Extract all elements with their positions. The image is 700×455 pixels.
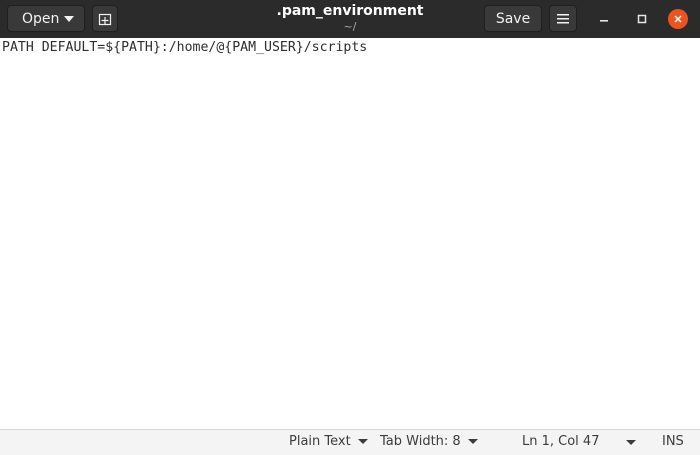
text-editor-area[interactable]: PATH DEFAULT=${PATH}:/home/@{PAM_USER}/s… <box>0 38 700 429</box>
open-button-label: Open <box>22 10 60 27</box>
menu-button[interactable] <box>549 5 577 32</box>
save-button[interactable]: Save <box>484 5 542 32</box>
cursor-position-dropdown[interactable] <box>626 440 636 445</box>
cursor-position[interactable]: Ln 1, Col 47 <box>522 434 599 449</box>
minimize-button[interactable] <box>592 7 616 31</box>
close-icon <box>674 15 682 23</box>
window-subtitle: ~/ <box>343 20 357 33</box>
window-title-area: .pam_environment ~/ <box>220 3 480 33</box>
tab-width-label: Tab Width: 8 <box>380 434 461 449</box>
maximize-icon <box>637 14 647 24</box>
editor-line[interactable]: PATH DEFAULT=${PATH}:/home/@{PAM_USER}/s… <box>2 40 367 55</box>
header-bar: Open .pam_environment ~/ Save <box>0 0 700 38</box>
minimize-icon <box>600 20 608 22</box>
tab-width-selector[interactable]: Tab Width: 8 <box>380 434 478 449</box>
chevron-down-icon <box>626 440 636 445</box>
chevron-down-icon <box>357 439 368 444</box>
maximize-button[interactable] <box>630 7 654 31</box>
new-tab-icon <box>98 13 112 25</box>
window-title: .pam_environment <box>276 3 424 19</box>
text-editor-window: Open .pam_environment ~/ Save PATH DEFAU… <box>0 0 700 455</box>
status-bar: Plain Text Tab Width: 8 Ln 1, Col 47 INS <box>0 429 700 455</box>
chevron-down-icon <box>64 16 74 22</box>
chevron-down-icon <box>467 439 478 444</box>
close-button-circle <box>668 9 688 29</box>
cursor-position-label: Ln 1, Col 47 <box>522 434 600 449</box>
language-selector[interactable]: Plain Text <box>289 434 368 449</box>
language-label: Plain Text <box>289 434 351 449</box>
new-tab-button[interactable] <box>92 5 118 32</box>
insert-mode-label: INS <box>662 434 684 449</box>
open-button[interactable]: Open <box>7 5 85 32</box>
close-button[interactable] <box>666 7 690 31</box>
insert-mode-indicator[interactable]: INS <box>662 434 684 449</box>
hamburger-menu-icon <box>557 13 569 23</box>
